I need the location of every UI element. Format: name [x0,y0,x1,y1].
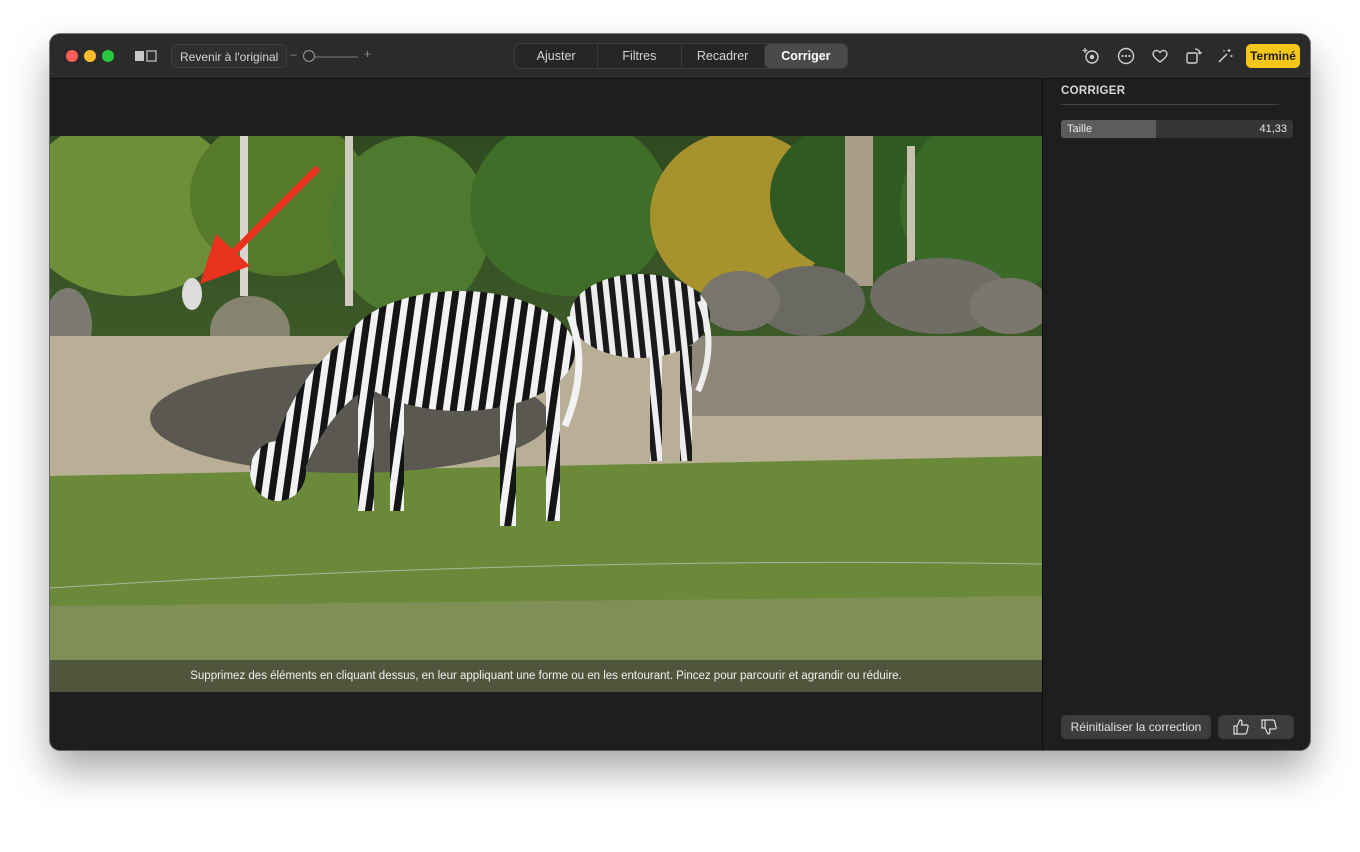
zebra-photo[interactable]: Supprimez des éléments en cliquant dessu… [50,136,1042,692]
size-slider-value: 41,33 [1259,123,1287,135]
compare-icon[interactable] [134,49,158,63]
revert-to-original-button[interactable]: Revenir à l'original [171,44,288,68]
panel-title: CORRIGER [1061,85,1126,97]
reset-correction-button[interactable]: Réinitialiser la correction [1061,715,1211,739]
photos-edit-window: Revenir à l'original – + Ajuster Filtres… [50,34,1310,750]
more-icon[interactable] [1116,46,1136,66]
favorite-heart-icon[interactable] [1150,46,1170,66]
edit-mode-tabs: Ajuster Filtres Recadrer Corriger [514,43,848,69]
zoom-in-icon[interactable]: + [364,47,371,61]
hint-text: Supprimez des éléments en cliquant dessu… [50,660,1042,692]
photo-image[interactable] [50,136,1042,692]
rotate-icon[interactable] [1184,46,1204,66]
zoom-out-icon[interactable]: – [290,47,297,61]
tab-filtres[interactable]: Filtres [598,44,682,68]
tab-recadrer[interactable]: Recadrer [682,44,765,68]
photo-canvas: Supprimez des éléments en cliquant dessu… [50,79,1042,750]
tab-ajuster[interactable]: Ajuster [515,44,599,68]
person-target[interactable] [182,278,202,310]
sidebar-panel: CORRIGER Taille 41,33 Réinitialiser la c… [1043,79,1310,750]
panel-divider-line [1061,104,1279,105]
size-slider[interactable]: Taille 41,33 [1061,120,1293,138]
zoom-slider-knob[interactable] [303,50,315,62]
thumbs-down-icon[interactable] [1260,718,1278,736]
thumbs-up-icon[interactable] [1232,718,1250,736]
size-slider-label: Taille [1067,123,1093,135]
feedback-buttons [1218,715,1294,739]
magic-wand-icon[interactable] [1215,46,1235,66]
fullscreen-button[interactable] [102,50,114,62]
auto-enhance-icon[interactable] [1081,46,1101,66]
close-button[interactable] [66,50,78,62]
tab-corriger[interactable]: Corriger [764,44,847,68]
toolbar: Revenir à l'original – + Ajuster Filtres… [50,34,1310,79]
minimize-button[interactable] [84,50,96,62]
done-button[interactable]: Terminé [1246,44,1300,68]
